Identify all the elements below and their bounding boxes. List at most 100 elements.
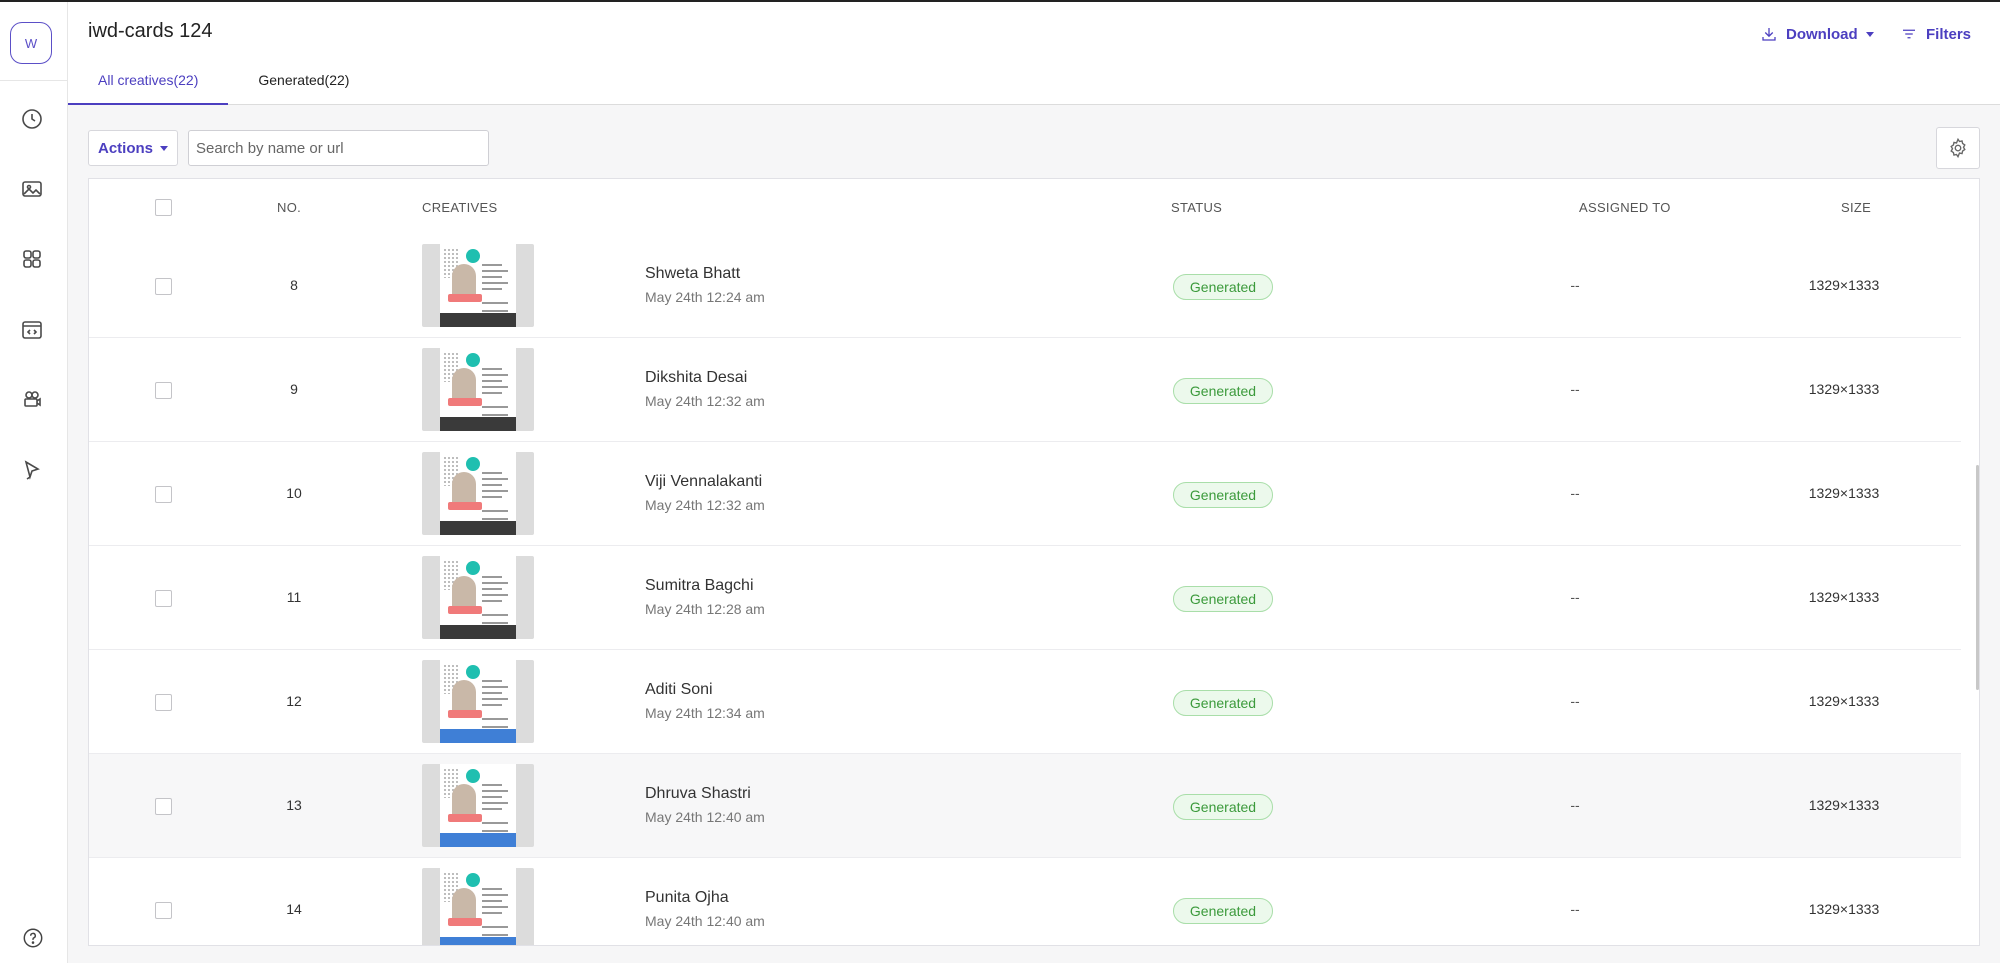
table-row[interactable]: 11 Sumitra Bagchi May 24th 12:28 am Generat… xyxy=(89,546,1961,650)
creative-name[interactable]: Viji Vennalakanti xyxy=(645,473,762,491)
row-checkbox[interactable] xyxy=(155,694,172,711)
search-input[interactable] xyxy=(188,130,489,166)
table-row[interactable]: 9 Dikshita Desai May 24th 12:32 am Generate… xyxy=(89,338,1961,442)
row-number: 10 xyxy=(286,485,302,501)
creative-thumbnail[interactable] xyxy=(422,348,534,431)
row-checkbox[interactable] xyxy=(155,382,172,399)
tab-generated[interactable]: Generated(22) xyxy=(228,62,379,105)
status-badge: Generated xyxy=(1173,898,1273,924)
column-header-assigned-to[interactable]: ASSIGNED TO xyxy=(1579,200,1671,215)
creative-size: 1329×1333 xyxy=(1808,901,1880,917)
creative-name[interactable]: Punita Ojha xyxy=(645,889,729,907)
gear-icon xyxy=(1950,137,1966,159)
creative-date: May 24th 12:24 am xyxy=(645,289,765,305)
row-number: 8 xyxy=(290,277,298,293)
chevron-down-icon xyxy=(160,145,168,151)
creative-date: May 24th 12:32 am xyxy=(645,393,765,409)
chat-bubble-icon[interactable] xyxy=(18,456,46,484)
row-number: 9 xyxy=(290,381,298,397)
row-number: 11 xyxy=(286,589,302,605)
video-camera-icon[interactable] xyxy=(18,386,46,414)
creative-thumbnail[interactable] xyxy=(422,868,534,945)
download-button[interactable]: Download xyxy=(1760,22,1874,46)
thumbnail-card xyxy=(440,660,516,743)
status-badge: Generated xyxy=(1173,586,1273,612)
scrollbar-thumb[interactable] xyxy=(1976,465,1979,690)
image-gallery-icon[interactable] xyxy=(18,175,46,203)
creative-size: 1329×1333 xyxy=(1808,589,1880,605)
table-row[interactable]: 10 Viji Vennalakanti May 24th 12:32 am Gene… xyxy=(89,442,1961,546)
history-icon[interactable] xyxy=(18,105,46,133)
help-icon[interactable] xyxy=(22,927,44,949)
creative-date: May 24th 12:34 am xyxy=(645,705,765,721)
thumbnail-card xyxy=(440,244,516,327)
apps-grid-icon[interactable] xyxy=(18,245,46,273)
status-badge: Generated xyxy=(1173,378,1273,404)
tab-all-creatives[interactable]: All creatives(22) xyxy=(68,62,229,106)
download-icon xyxy=(1762,28,1776,41)
chevron-down-icon xyxy=(1865,31,1874,37)
workspace-avatar[interactable]: W xyxy=(10,22,52,64)
row-number: 12 xyxy=(286,693,302,709)
actions-dropdown[interactable]: Actions xyxy=(88,130,178,166)
status-badge: Generated xyxy=(1173,794,1273,820)
creative-name[interactable]: Dikshita Desai xyxy=(645,369,747,387)
creative-thumbnail[interactable] xyxy=(422,660,534,743)
row-checkbox[interactable] xyxy=(155,278,172,295)
creative-date: May 24th 12:32 am xyxy=(645,497,765,513)
creative-size: 1329×1333 xyxy=(1808,797,1880,813)
brand-logo-icon xyxy=(466,457,480,471)
row-checkbox[interactable] xyxy=(155,902,172,919)
creative-date: May 24th 12:40 am xyxy=(645,809,765,825)
status-badge: Generated xyxy=(1173,482,1273,508)
creative-size: 1329×1333 xyxy=(1808,693,1880,709)
brand-logo-icon xyxy=(466,249,480,263)
table-row[interactable]: 14 Punita Ojha May 24th 12:40 am Generated -… xyxy=(89,858,1961,945)
assigned-to: -- xyxy=(1570,797,1580,813)
assigned-to: -- xyxy=(1570,901,1580,917)
creative-size: 1329×1333 xyxy=(1808,485,1880,501)
column-header-creatives[interactable]: CREATIVES xyxy=(422,200,497,215)
status-badge: Generated xyxy=(1173,274,1273,300)
table-row[interactable]: 13 Dhruva Shastri May 24th 12:40 am Generat… xyxy=(89,754,1961,858)
actions-label: Actions xyxy=(97,139,153,157)
creatives-table: NO. CREATIVES STATUS ASSIGNED TO SIZE 8 S… xyxy=(88,178,1980,946)
row-number: 13 xyxy=(286,797,302,813)
page-header: iwd-cards 124 Download Filters All creat… xyxy=(68,2,2000,106)
column-header-size[interactable]: SIZE xyxy=(1841,200,1871,215)
creative-name[interactable]: Shweta Bhatt xyxy=(645,265,740,283)
row-number: 14 xyxy=(286,901,302,917)
download-label: Download xyxy=(1786,25,1858,43)
creative-thumbnail[interactable] xyxy=(422,244,534,327)
code-editor-icon[interactable] xyxy=(18,316,46,344)
select-all-checkbox[interactable] xyxy=(155,199,172,216)
filter-icon xyxy=(1903,29,1915,39)
assigned-to: -- xyxy=(1570,381,1580,397)
filters-button[interactable]: Filters xyxy=(1900,22,1971,46)
main-content: Actions NO. CREATIVES STATUS ASSIGNED TO… xyxy=(68,105,2000,963)
creative-name[interactable]: Aditi Soni xyxy=(645,681,713,699)
table-scrollbar[interactable] xyxy=(1976,235,1979,945)
creative-name[interactable]: Sumitra Bagchi xyxy=(645,577,754,595)
row-checkbox[interactable] xyxy=(155,590,172,607)
brand-logo-icon xyxy=(466,353,480,367)
table-settings-button[interactable] xyxy=(1936,127,1980,169)
assigned-to: -- xyxy=(1570,277,1580,293)
creative-thumbnail[interactable] xyxy=(422,764,534,847)
table-row[interactable]: 8 Shweta Bhatt May 24th 12:24 am Generated -… xyxy=(89,234,1961,338)
assigned-to: -- xyxy=(1570,589,1580,605)
tab-bar: All creatives(22) Generated(22) xyxy=(68,62,379,106)
column-header-no[interactable]: NO. xyxy=(277,200,301,215)
creative-thumbnail[interactable] xyxy=(422,452,534,535)
column-header-status[interactable]: STATUS xyxy=(1171,200,1222,215)
thumbnail-card xyxy=(440,556,516,639)
creative-size: 1329×1333 xyxy=(1808,277,1880,293)
assigned-to: -- xyxy=(1570,485,1580,501)
row-checkbox[interactable] xyxy=(155,798,172,815)
creative-thumbnail[interactable] xyxy=(422,556,534,639)
row-checkbox[interactable] xyxy=(155,486,172,503)
brand-logo-icon xyxy=(466,561,480,575)
creative-name[interactable]: Dhruva Shastri xyxy=(645,785,751,803)
creative-date: May 24th 12:40 am xyxy=(645,913,765,929)
table-row[interactable]: 12 Aditi Soni May 24th 12:34 am Generated --… xyxy=(89,650,1961,754)
